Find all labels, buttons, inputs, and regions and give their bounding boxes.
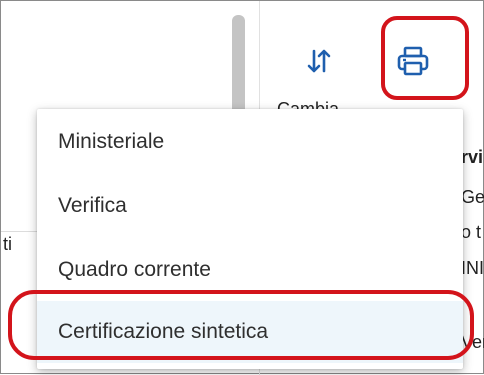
partial-column-label: ti xyxy=(3,234,12,254)
menu-item-highlight xyxy=(8,290,474,360)
menu-item-ministeriale[interactable]: Ministeriale xyxy=(37,111,463,173)
print-button-highlight xyxy=(381,16,469,100)
row-divider xyxy=(1,231,41,232)
sort-arrows-icon xyxy=(306,47,332,80)
menu-item-label: Verifica xyxy=(58,194,127,217)
sort-button[interactable] xyxy=(295,39,343,87)
partial-text-3: o t xyxy=(461,222,482,242)
partial-text-2: Ge xyxy=(461,187,484,207)
menu-item-label: Ministeriale xyxy=(58,130,165,153)
menu-item-label: Quadro corrente xyxy=(58,258,211,281)
menu-item-verifica[interactable]: Verifica xyxy=(37,175,463,237)
partial-text-4: INI xyxy=(461,258,484,278)
partial-text-1: rvi xyxy=(461,147,484,167)
